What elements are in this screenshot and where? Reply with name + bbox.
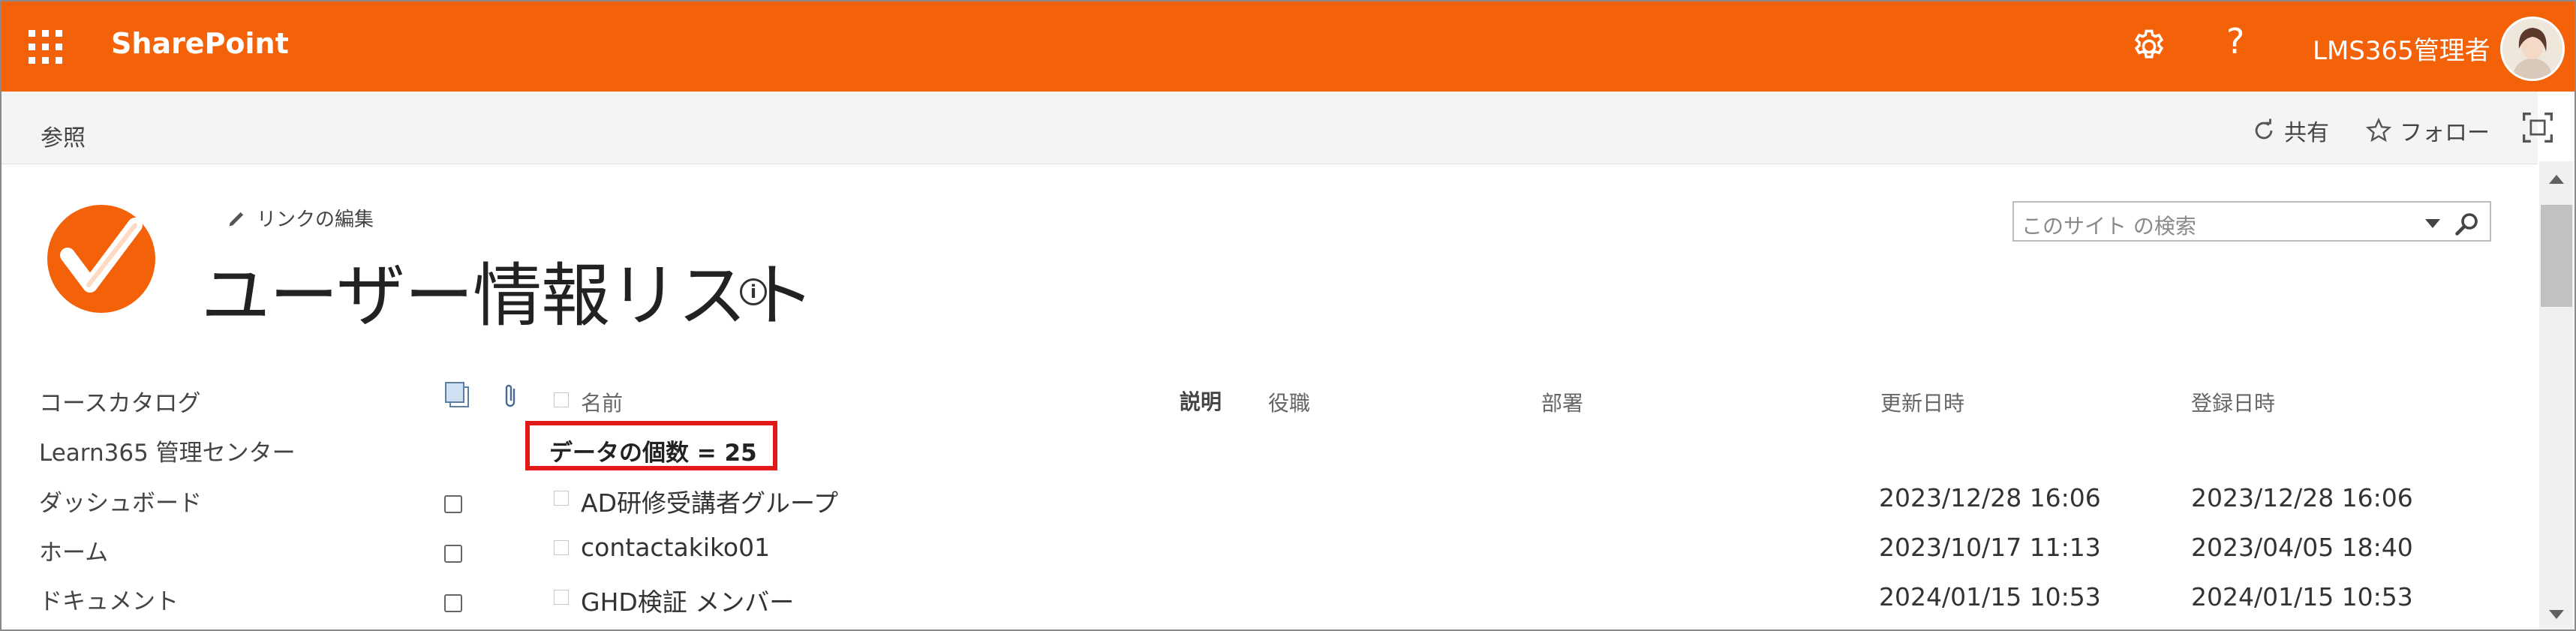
scroll-up-arrow-icon[interactable] bbox=[2549, 175, 2564, 184]
share-button[interactable]: 共有 bbox=[2251, 114, 2329, 147]
column-header-role[interactable]: 役職 bbox=[1268, 387, 1310, 417]
edit-links-button[interactable]: リンクの編集 bbox=[227, 204, 374, 232]
column-header-modified[interactable]: 更新日時 bbox=[1880, 387, 1964, 417]
row-modified: 2023/10/17 11:13 bbox=[1879, 533, 2101, 562]
site-logo-icon[interactable] bbox=[45, 203, 158, 315]
brand-link[interactable]: SharePoint bbox=[111, 27, 289, 60]
focus-mode-icon[interactable] bbox=[2521, 111, 2554, 144]
row-name-link[interactable]: contactakiko01 bbox=[581, 533, 770, 562]
info-icon[interactable]: i bbox=[740, 278, 767, 305]
user-name[interactable]: LMS365管理者 bbox=[2313, 30, 2490, 67]
help-icon[interactable]: ? bbox=[2226, 21, 2244, 62]
attachment-paperclip-icon bbox=[505, 384, 516, 407]
star-icon bbox=[2365, 117, 2392, 143]
column-header-name[interactable]: 名前 bbox=[581, 387, 623, 417]
row-modified: 2024/01/15 10:53 bbox=[1879, 582, 2101, 611]
nav-link-learn365-admin[interactable]: Learn365 管理センター bbox=[39, 434, 296, 467]
edit-links-label: リンクの編集 bbox=[257, 209, 374, 231]
content-type-icon bbox=[445, 382, 469, 407]
follow-button[interactable]: フォロー bbox=[2365, 114, 2490, 147]
pencil-icon bbox=[229, 212, 244, 226]
row-created: 2023/04/05 18:40 bbox=[2191, 533, 2413, 562]
nav-link-course-catalog[interactable]: コースカタログ bbox=[39, 384, 200, 418]
app-launcher-icon[interactable] bbox=[29, 30, 63, 65]
row-checkbox[interactable] bbox=[444, 594, 462, 612]
item-count: データの個数 = 25 bbox=[549, 440, 757, 467]
settings-gear-icon[interactable] bbox=[2130, 27, 2169, 66]
chevron-down-icon[interactable] bbox=[2425, 219, 2440, 228]
scroll-down-arrow-icon[interactable] bbox=[2549, 610, 2564, 619]
nav-link-documents[interactable]: ドキュメント bbox=[39, 582, 179, 616]
avatar-portrait-icon bbox=[2502, 19, 2562, 79]
row-select-box[interactable] bbox=[554, 540, 569, 555]
share-label: 共有 bbox=[2284, 120, 2329, 146]
nav-link-home[interactable]: ホーム bbox=[39, 533, 108, 567]
scrollbar-thumb[interactable] bbox=[2541, 205, 2572, 307]
tab-browse[interactable]: 参照 bbox=[41, 119, 86, 152]
row-select-box[interactable] bbox=[554, 590, 569, 605]
nav-link-dashboard[interactable]: ダッシュボード bbox=[39, 484, 202, 518]
vertical-scrollbar[interactable] bbox=[2539, 161, 2574, 629]
ribbon: 参照 共有 フォロー bbox=[2, 92, 2553, 164]
suite-bar: SharePoint ? LMS365管理者 bbox=[2, 2, 2574, 92]
row-checkbox[interactable] bbox=[444, 545, 462, 563]
column-header-created[interactable]: 登録日時 bbox=[2191, 387, 2275, 417]
select-all-checkbox[interactable] bbox=[554, 392, 569, 407]
column-header-description[interactable]: 説明 bbox=[1180, 386, 1222, 416]
row-name-link[interactable]: GHD検証 メンバー bbox=[581, 582, 794, 618]
page-title: ユーザー情報リスト bbox=[201, 256, 815, 336]
row-checkbox[interactable] bbox=[444, 495, 462, 513]
search-icon[interactable] bbox=[2454, 210, 2481, 237]
share-sync-icon bbox=[2255, 119, 2273, 140]
row-modified: 2023/12/28 16:06 bbox=[1879, 483, 2101, 512]
search-input[interactable]: このサイト の検索 bbox=[2021, 210, 2196, 240]
row-created: 2024/01/15 10:53 bbox=[2191, 582, 2413, 611]
row-select-box[interactable] bbox=[554, 491, 569, 506]
site-search-box[interactable]: このサイト の検索 bbox=[2012, 201, 2491, 242]
row-name-link[interactable]: AD研修受講者グループ bbox=[581, 483, 838, 519]
row-created: 2023/12/28 16:06 bbox=[2191, 483, 2413, 512]
follow-label: フォロー bbox=[2400, 120, 2490, 146]
column-header-department[interactable]: 部署 bbox=[1541, 387, 1583, 417]
avatar[interactable] bbox=[2500, 17, 2565, 81]
